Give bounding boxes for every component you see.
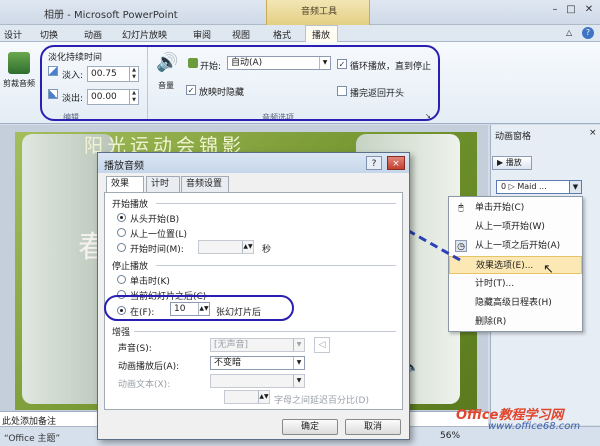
tab-review[interactable]: 审阅: [193, 28, 211, 41]
start-section-label: 开始播放: [112, 200, 149, 210]
start-unit-label: 秒: [262, 245, 272, 255]
menu-item-label: 隐藏高级日程表(H): [475, 298, 552, 308]
chevron-down-icon[interactable]: ▼: [569, 181, 581, 193]
menu-item-after-previous[interactable]: ◷ 从上一项之后开始(A): [449, 237, 582, 255]
play-label: 播放: [505, 158, 522, 167]
enhance-section-label: 增强: [112, 328, 131, 338]
tab-view[interactable]: 视图: [232, 28, 250, 41]
zoom-level[interactable]: 56%: [440, 431, 460, 441]
start-time-spinner[interactable]: ▲▼: [198, 240, 254, 254]
close-icon[interactable]: ×: [589, 128, 597, 138]
tab-effect[interactable]: 效果: [106, 176, 144, 193]
menu-item-remove[interactable]: 删除(R): [449, 313, 582, 331]
radio-on-click[interactable]: [117, 275, 126, 284]
animate-text-label: 动画文本(X):: [118, 380, 171, 390]
after-animation-label: 动画播放后(A):: [118, 362, 180, 372]
menu-item-label: 单击开始(C): [475, 203, 525, 213]
title-bar: 相册 - Microsoft PowerPoint 音频工具 – □ ✕: [0, 0, 600, 25]
watermark-url: www.office68.com: [488, 421, 581, 432]
sound-volume-icon[interactable]: ◁: [314, 337, 330, 353]
animation-play-button[interactable]: ▶ 播放: [492, 156, 532, 170]
menu-item-effect-options[interactable]: 效果选项(E)...: [449, 256, 582, 274]
tab-format[interactable]: 格式: [273, 28, 291, 41]
contextual-tab-group: 音频工具: [266, 0, 370, 25]
minimize-icon[interactable]: –: [548, 4, 562, 16]
ribbon-minimize-icon[interactable]: △: [566, 28, 572, 37]
clip-audio-icon[interactable]: [8, 52, 30, 74]
ribbon-annotation-oval: [40, 45, 440, 121]
animate-text-dropdown[interactable]: ▼: [210, 374, 305, 388]
from-beginning-label: 从头开始(B): [130, 215, 180, 225]
section-divider: [134, 331, 396, 332]
radio-from-last-position[interactable]: [117, 228, 126, 237]
section-divider: [156, 265, 396, 266]
spinner-arrows-icon[interactable]: ▲▼: [258, 391, 269, 403]
chevron-down-icon: ▼: [293, 357, 304, 369]
cursor-icon: ↖: [543, 262, 554, 277]
menu-item-with-previous[interactable]: 从上一项开始(W): [449, 218, 582, 236]
dialog-title: 播放音频: [104, 161, 144, 172]
after-animation-value: 不变暗: [214, 358, 242, 368]
on-click-label: 单击时(K): [130, 277, 170, 287]
stop-section-label: 停止播放: [112, 262, 149, 272]
sound-label: 声音(S):: [118, 344, 152, 354]
spinner-arrows-icon[interactable]: ▲▼: [242, 241, 253, 253]
maximize-icon[interactable]: □: [564, 4, 578, 16]
menu-item-label: 删除(R): [475, 317, 507, 327]
menu-item-label: 从上一项开始(W): [475, 222, 545, 232]
contextual-tab-label: 音频工具: [300, 7, 337, 17]
radio-from-beginning[interactable]: [117, 213, 126, 222]
app-title: 相册 - Microsoft PowerPoint: [44, 10, 178, 21]
animation-pane-title: 动画窗格: [495, 132, 532, 142]
help-icon[interactable]: ?: [582, 27, 594, 39]
letter-delay-label: 字母之间延迟百分比(D): [274, 396, 369, 406]
theme-name: “Office 主题”: [4, 434, 61, 444]
animation-item-label: 0 ▷ Maid ...: [501, 182, 547, 191]
menu-item-timing[interactable]: 计时(T)...: [449, 275, 582, 293]
stop-annotation-oval: [104, 295, 294, 321]
tab-design[interactable]: 设计: [4, 28, 22, 41]
after-animation-dropdown[interactable]: 不变暗 ▼: [210, 356, 305, 370]
menu-item-label: 计时(T)...: [475, 279, 515, 289]
from-last-position-label: 从上一位置(L): [130, 230, 188, 240]
menu-item-hide-timeline[interactable]: 隐藏高级日程表(H): [449, 294, 582, 312]
cancel-button[interactable]: 取消: [345, 419, 401, 435]
chevron-down-icon: ▼: [293, 375, 304, 387]
dialog-title-bar: 播放音频 ? ×: [98, 153, 409, 173]
help-icon[interactable]: ?: [366, 156, 382, 170]
start-time-label: 开始时间(M):: [130, 245, 184, 255]
ok-button[interactable]: 确定: [282, 419, 338, 435]
radio-start-time[interactable]: [117, 243, 126, 252]
animation-context-menu: 🖱 单击开始(C) 从上一项开始(W) ◷ 从上一项之后开始(A) 效果选项(E).…: [448, 196, 583, 332]
menu-item-label: 效果选项(E)...: [476, 261, 534, 271]
tab-play[interactable]: 播放: [312, 28, 330, 41]
menu-item-on-click[interactable]: 🖱 单击开始(C): [449, 199, 582, 217]
clip-audio-button[interactable]: 剪裁音频: [1, 78, 37, 89]
tab-slideshow[interactable]: 幻灯片放映: [122, 28, 167, 41]
close-icon[interactable]: ×: [387, 156, 405, 170]
tab-audio-settings[interactable]: 音频设置: [181, 176, 229, 192]
section-divider: [156, 203, 396, 204]
menu-item-label: 从上一项之后开始(A): [475, 241, 561, 251]
tab-transitions[interactable]: 切换: [40, 28, 58, 41]
letter-delay-spinner[interactable]: ▲▼: [224, 390, 270, 404]
tab-timing[interactable]: 计时: [146, 176, 180, 192]
sound-value: [无声音]: [214, 340, 249, 350]
chevron-down-icon: ▼: [293, 339, 304, 351]
tab-animations[interactable]: 动画: [84, 28, 102, 41]
close-icon[interactable]: ✕: [582, 4, 596, 16]
sound-dropdown[interactable]: [无声音] ▼: [210, 338, 305, 352]
